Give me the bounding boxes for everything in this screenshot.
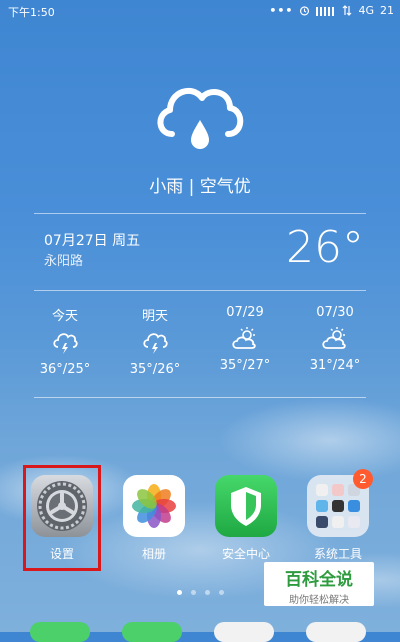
network-type: 4G: [358, 4, 374, 17]
page-dot[interactable]: [204, 590, 210, 595]
settings-highlight-box: [23, 465, 101, 571]
forecast-day: 07/29 35°/27°: [200, 305, 290, 377]
forecast-day: 07/30 31°/24°: [290, 305, 380, 377]
forecast-day-label: 明天: [141, 309, 168, 324]
status-bar: 下午1:50 ••• 4G 21: [0, 0, 400, 22]
data-transfer-icon: [343, 5, 352, 16]
thunder-rain-icon: [53, 333, 78, 354]
forecast-day: 今天 36°/25°: [20, 305, 110, 377]
notification-dots: •••: [269, 4, 294, 17]
status-icons: ••• 4G 21: [269, 4, 394, 17]
battery-level: 21: [380, 4, 394, 17]
date-label: 07月27日 周五: [44, 233, 141, 249]
partly-cloudy-icon: [232, 327, 256, 349]
dock-app-camera[interactable]: [306, 622, 366, 642]
forecast-day-label: 07/30: [316, 305, 354, 320]
divider-top: [34, 213, 366, 214]
notification-badge: 2: [353, 469, 373, 489]
divider-bottom: [34, 397, 366, 398]
app-label: 系统工具: [313, 547, 362, 561]
alarm-icon: [300, 6, 310, 16]
page-dot[interactable]: [218, 590, 224, 595]
forecast-row: 今天 36°/25° 明天 35°/26° 07/29 35°/27° 07/3…: [20, 305, 380, 377]
dock-app-phone[interactable]: [30, 622, 90, 642]
page-dot[interactable]: [190, 590, 196, 595]
watermark-title: 百科全说: [285, 570, 353, 590]
forecast-temps: 31°/24°: [309, 358, 361, 373]
weather-summary[interactable]: 小雨 | 空气优: [0, 172, 400, 197]
dock-app-browser[interactable]: [214, 622, 274, 642]
watermark: 百科全说 助你轻松解决: [264, 562, 374, 606]
dock: [0, 622, 400, 642]
app-label: 相册: [141, 547, 166, 561]
rain-cloud-icon: [157, 87, 244, 149]
watermark-subtitle: 助你轻松解决: [289, 595, 349, 606]
forecast-day: 明天 35°/26°: [110, 305, 200, 377]
forecast-temps: 35°/27°: [219, 358, 271, 373]
app-security-center[interactable]: 安全中心: [211, 475, 281, 562]
forecast-day-label: 今天: [51, 309, 78, 324]
forecast-temps: 35°/26°: [129, 362, 181, 377]
security-shield-icon[interactable]: [215, 475, 277, 537]
status-time: 下午1:50: [8, 6, 55, 19]
divider-middle: [34, 290, 366, 291]
app-label: 安全中心: [221, 547, 270, 561]
thunder-rain-icon: [143, 333, 168, 354]
forecast-temps: 36°/25°: [39, 362, 91, 377]
forecast-day-label: 07/29: [226, 305, 264, 320]
partly-cloudy-icon: [322, 327, 346, 349]
signal-bars-icon: [316, 6, 335, 16]
location-label: 永阳路: [44, 254, 84, 269]
dock-app-messages[interactable]: [122, 622, 182, 642]
app-photos[interactable]: 相册: [119, 475, 189, 562]
page-dot[interactable]: [176, 590, 182, 595]
current-temperature: 26°: [286, 222, 364, 273]
app-system-tools[interactable]: 2 系统工具: [303, 469, 373, 562]
photos-flower-icon[interactable]: [123, 475, 185, 537]
